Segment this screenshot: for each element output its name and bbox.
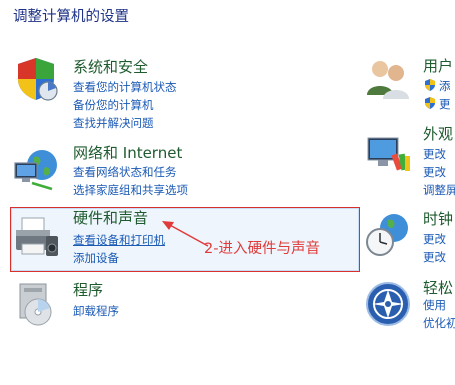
clock-link-1[interactable]: 更改 [423,231,446,247]
network-internet-title[interactable]: 网络和 Internet [73,142,182,163]
network-globe-icon [14,150,57,191]
add-device-link[interactable]: 添加设备 [73,250,119,266]
programs-title[interactable]: 程序 [73,279,103,300]
view-network-status-link[interactable]: 查看网络状态和任务 [73,164,177,180]
clock-link-2[interactable]: 更改 [423,249,446,265]
clock-globe-icon [366,214,408,256]
view-computer-status-link[interactable]: 查看您的计算机状态 [73,79,177,95]
system-security-title[interactable]: 系统和安全 [73,56,148,77]
uninstall-program-link[interactable]: 卸载程序 [73,303,119,319]
printer-speaker-icon [16,217,58,256]
appearance-monitor-icon [367,137,410,171]
devices-printers-link[interactable]: 查看设备和打印机 [73,232,165,248]
ease-link-1[interactable]: 使用 [423,297,446,313]
ease-of-access-icon [366,282,410,326]
backup-computer-link[interactable]: 备份您的计算机 [73,97,154,113]
ease-link-2[interactable]: 优化初 [423,315,455,331]
troubleshoot-link[interactable]: 查找并解决问题 [73,115,154,131]
hardware-sound-title[interactable]: 硬件和声音 [73,207,148,228]
annotation-text: 2-进入硬件与声音 [204,241,320,257]
user-link-1[interactable]: 添 [439,78,451,94]
appearance-title[interactable]: 外观 [423,123,453,144]
uac-shield-icon [425,97,435,109]
user-accounts-title[interactable]: 用户 [423,55,453,76]
page-title: 调整计算机的设置 [13,9,129,25]
security-shield-icon [18,58,58,101]
appearance-link-3[interactable]: 调整屏 [423,182,455,198]
appearance-link-2[interactable]: 更改 [423,164,446,180]
annotation-arrow [162,221,209,247]
programs-disc-icon [19,283,52,326]
ease-title[interactable]: 轻松 [423,277,453,298]
user-link-2[interactable]: 更 [439,96,451,112]
uac-shield-icon [425,79,435,91]
clock-title[interactable]: 时钟 [423,208,453,229]
homegroup-sharing-link[interactable]: 选择家庭组和共享选项 [73,182,188,198]
appearance-link-1[interactable]: 更改 [423,146,446,162]
users-icon [367,61,409,99]
